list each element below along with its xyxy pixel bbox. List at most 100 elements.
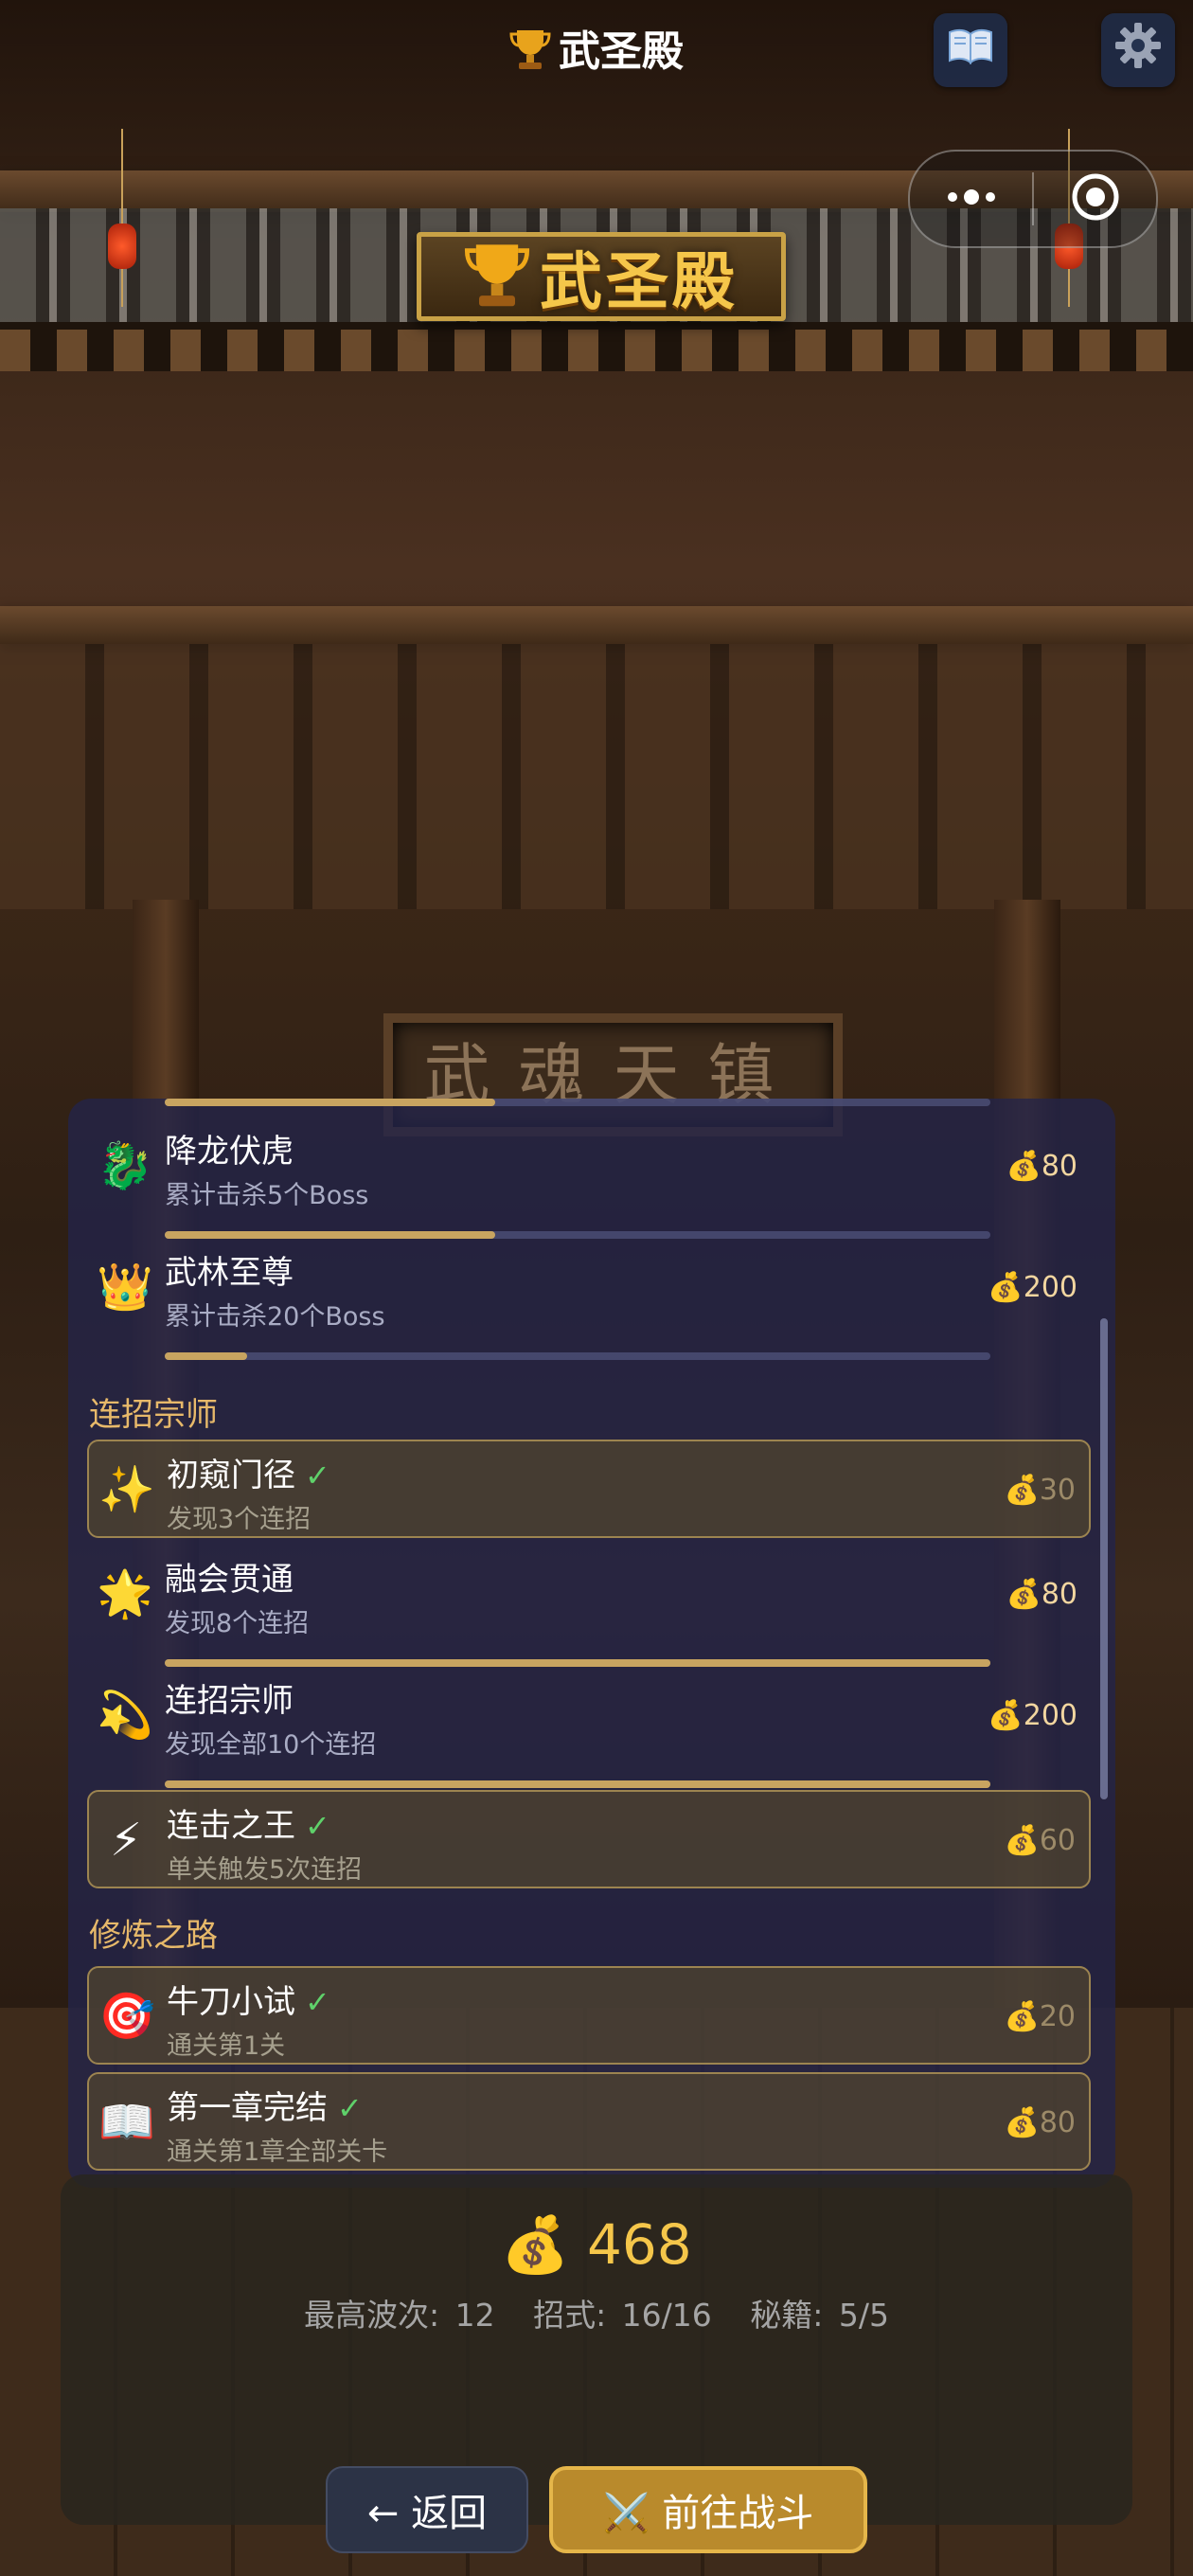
roof-dentils [0, 330, 1193, 371]
achievement-name-text: 牛刀小试 [167, 1983, 295, 2021]
achievement-progress-fill [165, 1780, 990, 1788]
money-bag-icon: 💰 [1004, 2106, 1040, 2139]
achievement-reward: 💰200 [988, 1699, 1077, 1732]
achievement-reward-value: 200 [1023, 1271, 1077, 1304]
achievement-reward-value: 20 [1039, 2000, 1076, 2033]
check-icon: ✓ [337, 2090, 363, 2126]
star-burst-icon: 🌟 [97, 1567, 153, 1620]
trophy-icon [509, 27, 551, 82]
check-icon: ✓ [305, 1458, 330, 1494]
achievement-desc: 发现全部10个连招 [165, 1730, 377, 1760]
book-button[interactable] [934, 13, 1007, 87]
achievement-reward-value: 200 [1023, 1699, 1077, 1732]
achievement-reward-value: 80 [1041, 1150, 1077, 1183]
go-to-battle-button[interactable]: ⚔️ 前往战斗 [549, 2466, 867, 2553]
stats-line: 最高波次: 12 招式: 16/16 秘籍: 5/5 [61, 2290, 1132, 2335]
achievement-progress-bar [165, 1659, 990, 1667]
target-icon: 🎯 [98, 1990, 155, 2043]
section-title: 连招宗师 [89, 1396, 218, 1434]
achievements-scrollbar[interactable] [1100, 1318, 1108, 1799]
coin-total-value: 468 [586, 2212, 692, 2277]
achievement-name: 武林至尊 [165, 1254, 294, 1292]
achievement-progress-fill [165, 1352, 248, 1360]
page-title: 武圣殿 [0, 17, 1193, 82]
achievement-row-completed[interactable]: 🎯 牛刀小试 ✓ 通关第1关 💰20 [87, 1966, 1091, 2065]
coin-total: 💰 468 [61, 2212, 1132, 2278]
achievement-row[interactable]: 🐉 降龙伏虎 累计击杀5个Boss 💰80 [87, 1118, 1091, 1239]
achievement-reward: 💰80 [1004, 2106, 1076, 2139]
open-book-icon: 📖 [98, 2096, 155, 2149]
achievement-reward-value: 80 [1039, 2106, 1076, 2139]
achievement-progress-bar [165, 1780, 990, 1788]
sign-text: 武圣殿 [540, 245, 739, 318]
money-bag-icon: 💰 [1006, 1578, 1042, 1611]
achievement-desc: 单关触发5次连招 [167, 1855, 363, 1885]
more-button[interactable] [910, 152, 1032, 246]
achievement-progress-bar [165, 1231, 990, 1239]
achievement-name: 初窥门径 ✓ [167, 1449, 330, 1495]
close-button[interactable] [1034, 152, 1156, 246]
achievement-desc: 发现8个连招 [165, 1609, 310, 1638]
achievement-desc: 累计击杀5个Boss [165, 1181, 369, 1210]
lantern-left [108, 129, 136, 307]
lightning-icon: ⚡ [110, 1814, 142, 1867]
achievement-name-text: 第一章完结 [167, 2089, 328, 2127]
achievements-panel[interactable]: 🐉 降龙伏虎 累计击杀5个Boss 💰80 👑 武林至尊 累计击杀20个Boss… [68, 1099, 1115, 2188]
achievement-name: 连击之王 ✓ [167, 1799, 330, 1846]
more-dots-icon [943, 188, 1000, 210]
dragon-icon: 🐉 [97, 1139, 153, 1192]
ceiling-rafters [0, 644, 1193, 909]
achievement-row[interactable]: 🌟 融会贯通 发现8个连招 💰80 [87, 1546, 1091, 1667]
check-icon: ✓ [305, 1984, 330, 2020]
achievement-progress-fill [165, 1231, 495, 1239]
achievement-reward: 💰80 [1006, 1150, 1077, 1183]
achievement-row[interactable]: 👑 武林至尊 累计击杀20个Boss 💰200 [87, 1239, 1091, 1360]
back-button[interactable]: ← 返回 [326, 2466, 528, 2553]
check-icon: ✓ [305, 1808, 330, 1844]
achievement-name-text: 初窥门径 [167, 1457, 295, 1494]
best-wave-stat: 最高波次: 12 [303, 2297, 495, 2334]
achievement-row[interactable]: 💫 连招宗师 发现全部10个连招 💰200 [87, 1667, 1091, 1788]
achievement-row-completed[interactable]: ⚡ 连击之王 ✓ 单关触发5次连招 💰60 [87, 1790, 1091, 1888]
money-bag-icon: 💰 [1006, 1150, 1042, 1183]
achievement-progress-bar [165, 1099, 990, 1106]
achievement-reward: 💰30 [1004, 1474, 1076, 1507]
achievement-desc: 通关第1关 [167, 2031, 286, 2061]
sign-trophy-icon [464, 239, 530, 314]
achievement-desc: 累计击杀20个Boss [165, 1302, 385, 1332]
achievement-reward-value: 30 [1039, 1474, 1076, 1507]
target-close-icon [1069, 170, 1122, 227]
achievement-reward: 💰60 [1004, 1824, 1076, 1857]
achievement-name: 连招宗师 [165, 1682, 294, 1720]
achievement-name: 第一章完结 ✓ [167, 2082, 363, 2128]
page-title-text: 武圣殿 [559, 27, 684, 76]
achievement-reward-value: 80 [1041, 1578, 1077, 1611]
secrets-stat: 秘籍: 5/5 [750, 2297, 890, 2334]
hall-sign: 武圣殿 [417, 232, 786, 321]
moves-stat: 招式: 16/16 [533, 2297, 712, 2334]
achievement-reward: 💰20 [1004, 2000, 1076, 2033]
achievement-row-completed[interactable]: ✨ 初窥门径 ✓ 发现3个连招 💰30 [87, 1440, 1091, 1538]
section-title: 修炼之路 [89, 1917, 218, 1955]
money-bag-icon: 💰 [1004, 2000, 1040, 2033]
achievement-name: 降龙伏虎 [165, 1133, 294, 1171]
sparkles-icon: ✨ [98, 1463, 155, 1516]
achievement-name: 牛刀小试 ✓ [167, 1976, 330, 2022]
achievement-name-text: 连击之王 [167, 1807, 295, 1845]
money-bag-icon: 💰 [988, 1699, 1024, 1732]
achievement-progress-fill [165, 1099, 495, 1106]
book-icon [947, 27, 994, 75]
crown-icon: 👑 [97, 1261, 153, 1314]
gear-icon [1113, 21, 1163, 80]
comet-icon: 💫 [97, 1689, 153, 1742]
achievement-progress-bar [165, 1352, 990, 1360]
achievement-reward-value: 60 [1039, 1824, 1076, 1857]
money-bag-icon: 💰 [1004, 1474, 1040, 1507]
mini-program-capsule [908, 150, 1158, 248]
money-bag-icon: 💰 [1004, 1824, 1040, 1857]
money-bag-icon: 💰 [988, 1271, 1024, 1304]
ceiling-beam [0, 606, 1193, 644]
settings-button[interactable] [1101, 13, 1175, 87]
achievement-row-completed[interactable]: 📖 第一章完结 ✓ 通关第1章全部关卡 💰80 [87, 2072, 1091, 2171]
achievement-name: 融会贯通 [165, 1561, 294, 1599]
